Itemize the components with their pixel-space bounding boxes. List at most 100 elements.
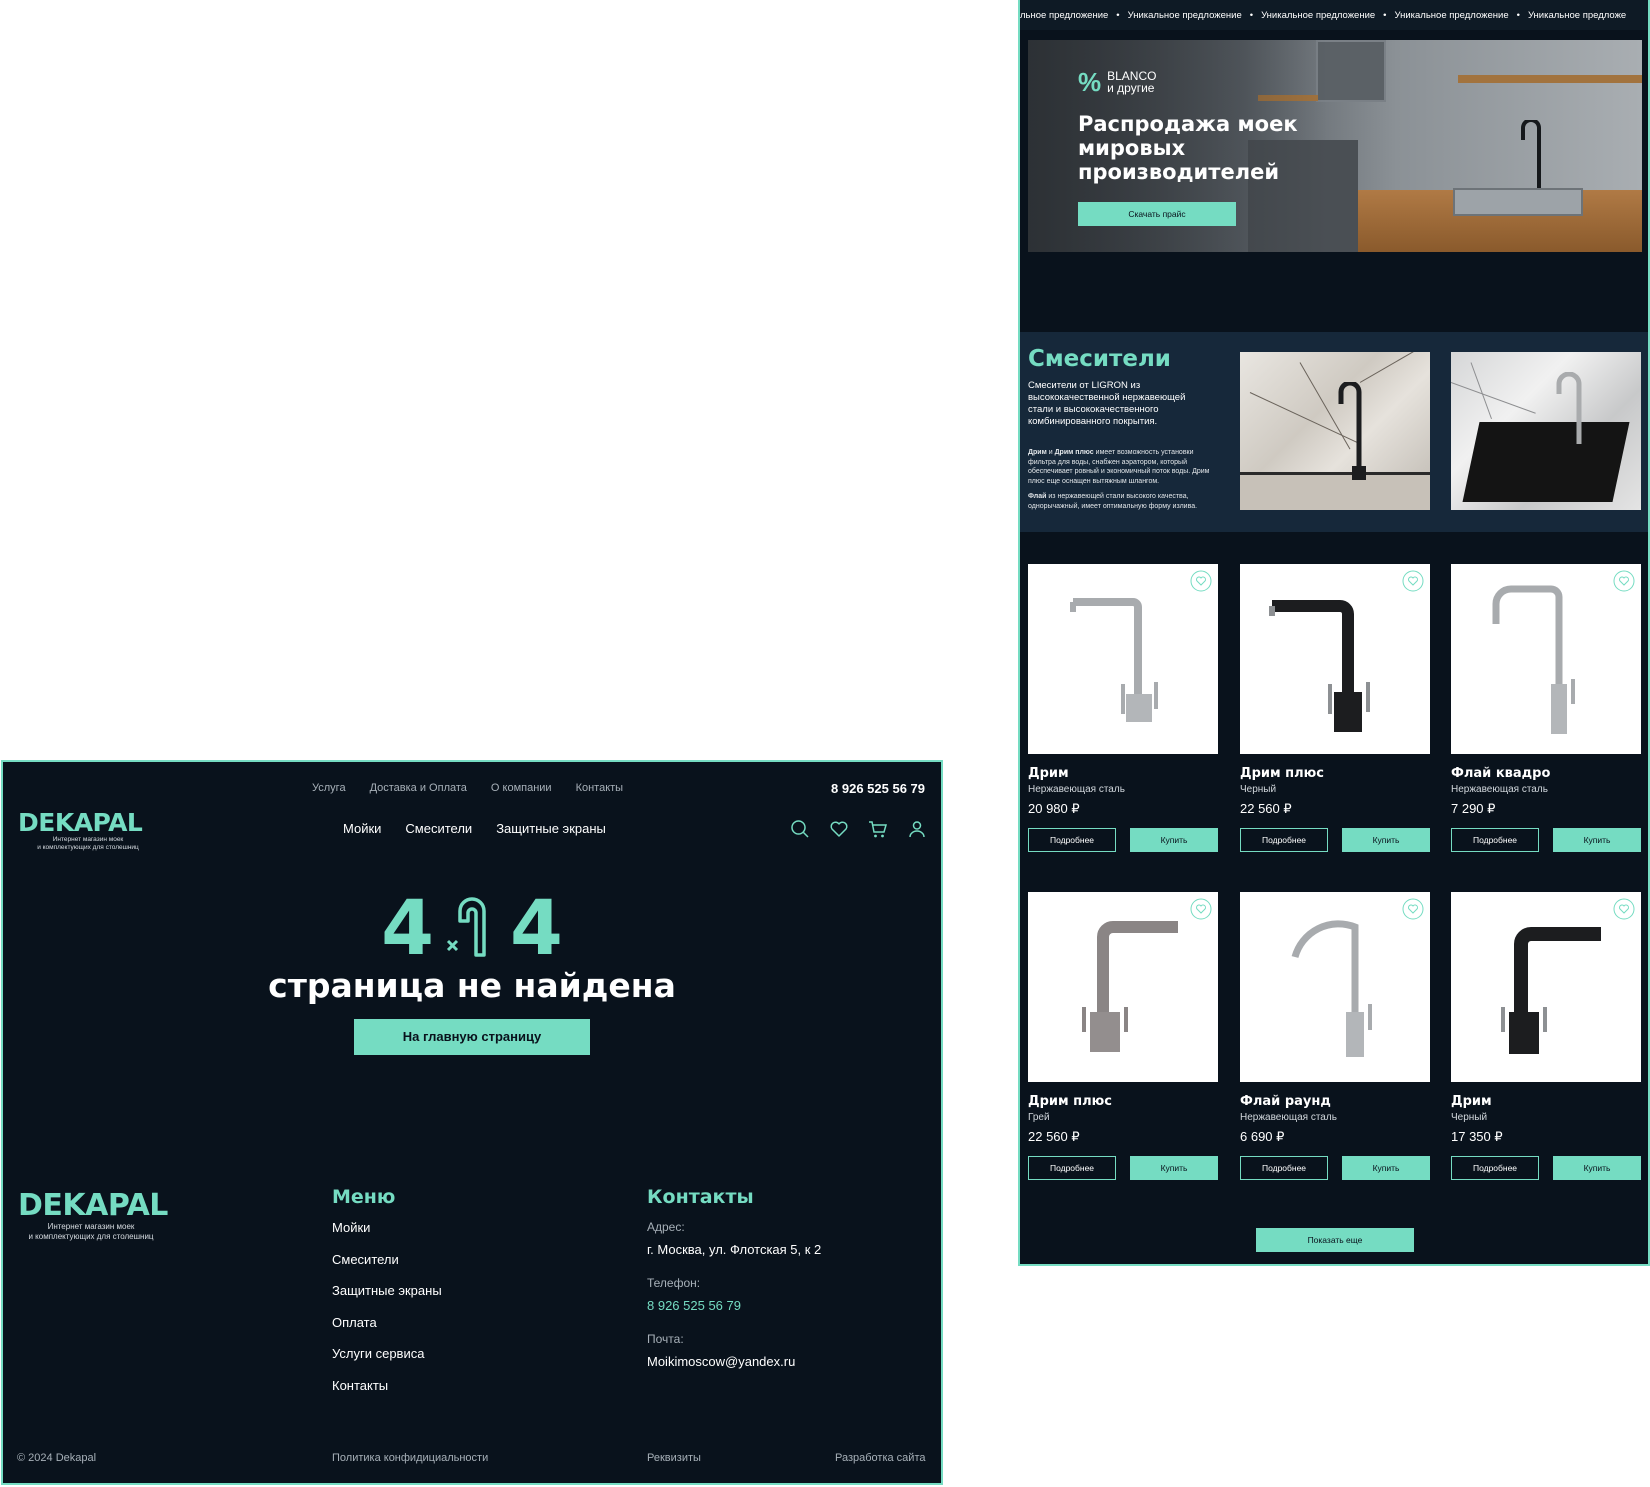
phone-link[interactable]: 8 926 525 56 79 <box>647 1298 821 1313</box>
ticker-item: льное предложение <box>1020 9 1109 21</box>
buy-button[interactable]: Купить <box>1130 1156 1218 1180</box>
header-phone[interactable]: 8 926 525 56 79 <box>831 781 925 796</box>
footer-menu-mixers[interactable]: Смесители <box>332 1252 442 1284</box>
mixers-title: Смесители <box>1028 346 1171 372</box>
address-value: г. Москва, ул. Флотская 5, к 2 <box>647 1242 822 1257</box>
details-button[interactable]: Подробнее <box>1028 828 1116 852</box>
home-page-button[interactable]: На главную страницу <box>354 1019 590 1055</box>
details-button[interactable]: Подробнее <box>1451 828 1539 852</box>
top-nav-item-delivery[interactable]: Доставка и Оплата <box>370 782 467 794</box>
product-name: Дрим плюс <box>1028 1094 1112 1109</box>
developer-link[interactable]: Разработка сайта <box>835 1452 925 1464</box>
heart-icon[interactable] <box>1613 898 1635 920</box>
heart-icon[interactable] <box>1402 898 1424 920</box>
phone-label: Телефон: <box>647 1276 701 1290</box>
top-nav-item-service[interactable]: Услуга <box>312 782 346 794</box>
faucet-product-icon <box>1070 598 1158 722</box>
logo-tagline-2: и комплектующих для столешниц <box>37 843 139 851</box>
buy-button[interactable]: Купить <box>1553 828 1641 852</box>
product-price: 17 350 ₽ <box>1451 1129 1503 1144</box>
main-nav-item-screens[interactable]: Защитные экраны <box>496 821 606 836</box>
product-card[interactable]: Дрим Нержавеющая сталь 20 980 ₽ Подробне… <box>1028 564 1218 852</box>
mail-label: Почта: <box>647 1332 684 1346</box>
product-price: 20 980 ₽ <box>1028 801 1080 816</box>
product-image[interactable] <box>1028 564 1218 754</box>
main-nav: Мойки Смесители Защитные экраны <box>343 821 606 836</box>
ticker-item: Уникальное предложе <box>1527 9 1627 21</box>
heart-icon[interactable] <box>1402 570 1424 592</box>
mixer-photo-1 <box>1240 352 1430 510</box>
page-404-frame: Услуга Доставка и Оплата О компании Конт… <box>1 760 943 1485</box>
main-nav-item-mixers[interactable]: Смесители <box>405 821 472 836</box>
badge-others: и другие <box>1107 81 1155 95</box>
footer-logo[interactable]: DEKAPAL Интернет магазин моек и комплект… <box>18 1190 168 1242</box>
buy-button[interactable]: Купить <box>1553 1156 1641 1180</box>
privacy-link[interactable]: Политика конфидициальности <box>332 1452 488 1464</box>
details-button[interactable]: Подробнее <box>1028 1156 1116 1180</box>
product-card[interactable]: Дрим Черный 17 350 ₽ Подробнее Купить <box>1451 892 1641 1180</box>
main-nav-item-sinks[interactable]: Мойки <box>343 821 381 836</box>
show-more-button[interactable]: Показать еще <box>1256 1228 1414 1252</box>
percent-icon: % <box>1078 67 1102 97</box>
product-image[interactable] <box>1240 892 1430 1082</box>
heart-icon[interactable] <box>1190 898 1212 920</box>
error-digit-left: 4 <box>381 883 434 972</box>
mail-link[interactable]: Moikimoscow@yandex.ru <box>647 1354 821 1369</box>
heart-icon[interactable] <box>1190 570 1212 592</box>
details-button[interactable]: Подробнее <box>1451 1156 1539 1180</box>
heart-icon[interactable] <box>829 819 849 839</box>
buy-button[interactable]: Купить <box>1342 828 1430 852</box>
product-name: Дрим плюс <box>1240 766 1324 781</box>
mixers-note-2: Флай из нержавеющей стали высокого качес… <box>1028 492 1218 511</box>
top-nav: Услуга Доставка и Оплата О компании Конт… <box>3 781 941 802</box>
mixers-note-1: Дрим и Дрим плюс имеет возможность устан… <box>1028 448 1218 486</box>
product-price: 7 290 ₽ <box>1451 801 1496 816</box>
product-name: Дрим <box>1451 1094 1492 1109</box>
copyright: © 2024 Dekapal <box>17 1452 97 1464</box>
buy-button[interactable]: Купить <box>1130 828 1218 852</box>
faucet-photo-icon <box>1556 372 1582 444</box>
footer-menu-payment[interactable]: Оплата <box>332 1315 442 1347</box>
user-icon[interactable] <box>907 819 927 839</box>
header-logo[interactable]: DEKAPAL Интернет магазин моек и комплект… <box>18 810 158 851</box>
product-image[interactable] <box>1028 892 1218 1082</box>
product-image[interactable] <box>1240 564 1430 754</box>
ticker-item: Уникальное предложение <box>1261 9 1376 21</box>
details-button[interactable]: Подробнее <box>1240 828 1328 852</box>
faucet-photo-icon <box>1521 120 1541 188</box>
logo-tagline-1: Интернет магазин моек <box>52 836 124 843</box>
download-price-button[interactable]: Скачать прайс <box>1078 202 1236 226</box>
footer-menu-services[interactable]: Услуги сервиса <box>332 1346 442 1378</box>
details-button[interactable]: Подробнее <box>1240 1156 1328 1180</box>
heart-icon[interactable] <box>1613 570 1635 592</box>
note-text: из нержавеющей стали высокого качества, … <box>1028 493 1198 510</box>
faucet-product-icon <box>1291 920 1372 1057</box>
ticker-item: Уникальное предложение <box>1127 9 1242 21</box>
top-nav-item-about[interactable]: О компании <box>491 782 552 794</box>
footer-menu-sinks[interactable]: Мойки <box>332 1220 442 1252</box>
product-card[interactable]: Флай раунд Нержавеющая сталь 6 690 ₽ Под… <box>1240 892 1430 1180</box>
footer-menu-title: Меню <box>332 1186 396 1208</box>
logo-word: DEKAPAL <box>18 808 143 837</box>
hero-title: Распродажа моек мировых производителей <box>1078 112 1298 184</box>
product-card[interactable]: Дрим плюс Черный 22 560 ₽ Подробнее Купит… <box>1240 564 1430 852</box>
requisites-link[interactable]: Реквизиты <box>647 1452 701 1464</box>
footer-menu-screens[interactable]: Защитные экраны <box>332 1283 442 1315</box>
footer-contacts-title: Контакты <box>647 1186 754 1208</box>
mixer-photo-2 <box>1451 352 1641 510</box>
product-image[interactable] <box>1451 892 1641 1082</box>
product-card[interactable]: Флай квадро Нержавеющая сталь 7 290 ₽ По… <box>1451 564 1641 852</box>
ticker-item: Уникальное предложение <box>1394 9 1509 21</box>
error-block: 4 4 страница не найдена На главную стран… <box>3 883 941 1055</box>
search-icon[interactable] <box>790 819 810 839</box>
top-nav-item-contacts[interactable]: Контакты <box>576 782 624 794</box>
buy-button[interactable]: Купить <box>1342 1156 1430 1180</box>
product-card[interactable]: Дрим плюс Грей 22 560 ₽ Подробнее Купить <box>1028 892 1218 1180</box>
footer-menu-contacts[interactable]: Контакты <box>332 1378 442 1410</box>
cart-icon[interactable] <box>868 819 888 839</box>
product-image[interactable] <box>1451 564 1641 754</box>
mixers-section: Смесители Смесители от LIGRON из высокок… <box>1020 332 1648 532</box>
error-digit-right: 4 <box>510 883 563 972</box>
product-material: Нержавеющая сталь <box>1028 784 1125 795</box>
address-label: Адрес: <box>647 1220 685 1234</box>
